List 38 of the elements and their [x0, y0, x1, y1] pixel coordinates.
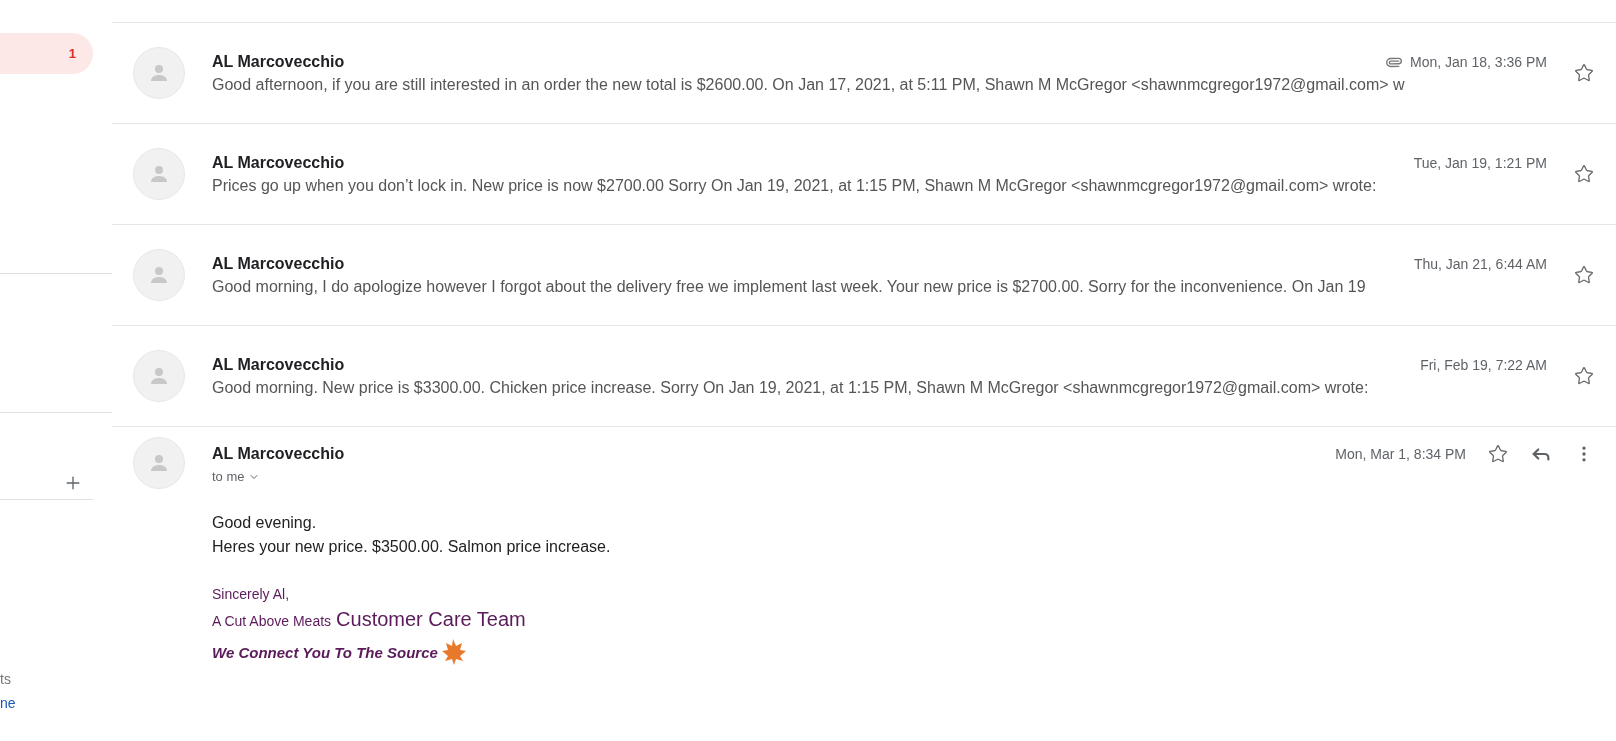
sender-name: AL Marcovecchio	[212, 254, 345, 273]
footer-text: ts	[0, 670, 12, 689]
sender-name: AL Marcovecchio	[212, 355, 345, 374]
avatar-icon	[133, 148, 185, 200]
message-date: Mon, Mar 1, 8:34 PM	[1335, 446, 1466, 462]
sender-name: AL Marcovecchio	[212, 52, 345, 71]
message-date: Fri, Feb 19, 7:22 AM	[1420, 356, 1547, 373]
message-row[interactable]: AL Marcovecchio Tue, Jan 19, 1:21 PM Prices go up when you don’t lock in. New price is now $2700.00 Sorry On Jan 19, 2021, at 1:15 PM, Shawn M McGregor <shawnmcgregor1972@gmail.com> wrote:	[112, 123, 1616, 224]
message-snippet: Prices go up when you don’t lock in. New price is now $2700.00 Sorry On Jan 19, 2021, at 1:15 PM, Shawn M McGregor <shawnmcgregor1972@gmail.com> wrote:	[212, 176, 1378, 195]
star-icon[interactable]	[1574, 164, 1594, 184]
avatar-icon	[133, 47, 185, 99]
star-icon[interactable]	[1488, 444, 1508, 464]
message-date: Tue, Jan 19, 1:21 PM	[1413, 154, 1547, 171]
message-date: Mon, Jan 18, 3:36 PM	[1410, 53, 1547, 70]
avatar-icon	[133, 249, 185, 301]
sender-name: AL Marcovecchio	[212, 153, 345, 172]
message-date: Thu, Jan 21, 6:44 AM	[1413, 255, 1547, 272]
star-icon[interactable]	[1574, 265, 1594, 285]
signature-tagline: We Connect You To The Source	[212, 643, 438, 661]
message-body-line: Heres your new price. $3500.00. Salmon price increase.	[212, 538, 612, 556]
signature-closing: Sincerely Al,	[212, 586, 291, 602]
message-snippet: Good morning, I do apologize however I forgot about the delivery free we implement last week. Your new price is $2700.00. Sorry for the inconvenience. On Jan 19	[212, 277, 1367, 296]
message-row[interactable]: AL Marcovecchio Mon, Jan 18, 3:36 PM Good afternoon, if you are still interested in an order the new total is $2600.00. On Jan 17, 2021, at 5:11 PM, Shawn M McGregor <shawnmcgregor1972@gmail.com> w	[112, 22, 1616, 123]
star-icon[interactable]	[1574, 63, 1594, 83]
message-row[interactable]: AL Marcovecchio Thu, Jan 21, 6:44 AM Good morning, I do apologize however I forgot about the delivery free we implement last week. Your new price is $2700.00. Sorry for the inconvenience. On Jan 19	[112, 224, 1616, 325]
recipient-dropdown[interactable]: to me	[212, 469, 1594, 484]
message-body-line: Good evening.	[212, 514, 318, 532]
message-snippet: Good afternoon, if you are still interested in an order the new total is $2600.00. On Jan 17, 2021, at 5:11 PM, Shawn M McGregor <shawnmcgregor1972@gmail.com> w	[212, 75, 1406, 94]
message-row[interactable]: AL Marcovecchio Fri, Feb 19, 7:22 AM Good morning. New price is $3300.00. Chicken price increase. Sorry On Jan 19, 2021, at 1:15 PM, Shawn M McGregor <shawnmcgregor1972@gmail.com> wrote:	[112, 325, 1616, 426]
footer-link[interactable]: ne	[0, 691, 112, 715]
message-snippet: Good morning. New price is $3300.00. Chicken price increase. Sorry On Jan 19, 2021, at 1:15 PM, Shawn M McGregor <shawnmcgregor1972@gmail.com> wrote:	[212, 378, 1370, 397]
star-icon[interactable]	[1574, 366, 1594, 386]
company-name: A Cut Above Meats	[212, 613, 332, 629]
avatar-icon	[133, 350, 185, 402]
avatar-icon	[133, 437, 185, 489]
team-name: Customer Care Team	[336, 608, 526, 631]
sidebar-item[interactable]: 1	[0, 33, 93, 74]
sender-name: AL Marcovecchio	[212, 445, 345, 463]
